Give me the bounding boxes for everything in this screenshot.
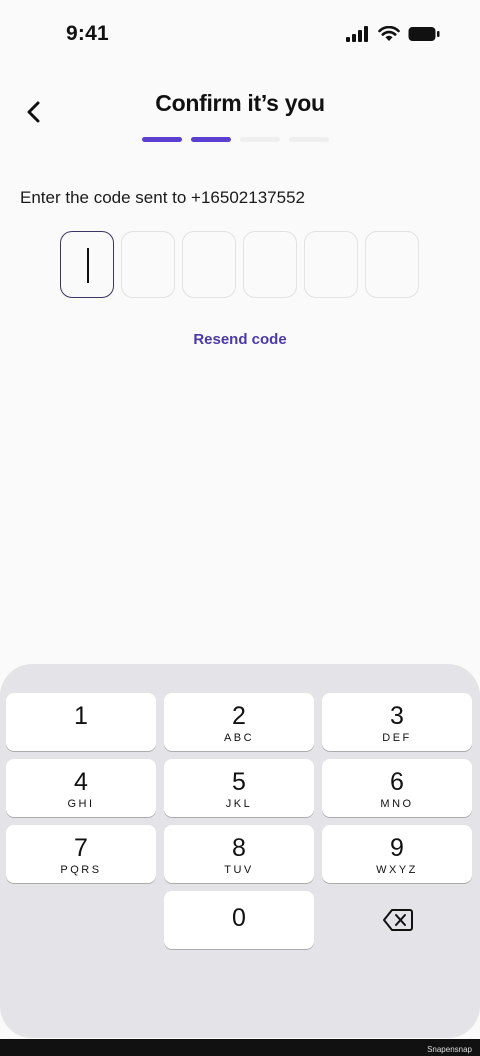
- key-1[interactable]: 1: [6, 693, 156, 751]
- key-9[interactable]: 9 WXYZ: [322, 825, 472, 883]
- key-3[interactable]: 3 DEF: [322, 693, 472, 751]
- progress-step-1: [142, 137, 182, 142]
- watermark: Snapensnap: [427, 1045, 472, 1054]
- cellular-signal-icon: [346, 26, 368, 42]
- key-letters: GHI: [67, 798, 95, 810]
- progress-step-2: [191, 137, 231, 142]
- wifi-icon: [378, 26, 400, 41]
- key-0[interactable]: 0: [164, 891, 314, 949]
- key-digit: 8: [232, 834, 246, 862]
- key-digit: 3: [390, 702, 404, 730]
- key-letters: TUV: [224, 864, 254, 876]
- page-title: Confirm it’s you: [155, 90, 325, 116]
- code-digit-input[interactable]: [365, 231, 419, 298]
- key-letters: PQRS: [60, 864, 102, 876]
- progress-step-3: [240, 137, 280, 142]
- code-digit-input[interactable]: [121, 231, 175, 298]
- key-letters: MNO: [380, 798, 414, 810]
- progress-step-4: [289, 137, 329, 142]
- key-digit: 6: [390, 768, 404, 796]
- key-6[interactable]: 6 MNO: [322, 759, 472, 817]
- key-7[interactable]: 7 PQRS: [6, 825, 156, 883]
- status-bar: 9:41: [0, 0, 480, 72]
- bottom-bar: [0, 1039, 480, 1056]
- key-digit: 9: [390, 834, 404, 862]
- key-letters: JKL: [225, 798, 253, 810]
- status-icons: [346, 26, 440, 42]
- key-digit: 2: [232, 702, 246, 730]
- progress-indicator: [0, 137, 480, 143]
- code-digit-input[interactable]: [182, 231, 236, 298]
- text-caret: [87, 248, 89, 283]
- key-5[interactable]: 5 JKL: [164, 759, 314, 817]
- key-letters: DEF: [382, 732, 412, 744]
- key-2[interactable]: 2 ABC: [164, 693, 314, 751]
- key-digit: 1: [74, 702, 88, 730]
- backspace-icon: [383, 909, 413, 931]
- resend-code-link[interactable]: Resend code: [0, 331, 480, 348]
- key-8[interactable]: 8 TUV: [164, 825, 314, 883]
- key-digit: 7: [74, 834, 88, 862]
- code-digit-input[interactable]: [304, 231, 358, 298]
- status-time: 9:41: [66, 22, 109, 45]
- key-digit: 4: [74, 768, 88, 796]
- key-letters: ABC: [223, 732, 255, 744]
- key-4[interactable]: 4 GHI: [6, 759, 156, 817]
- key-digit: 5: [232, 768, 246, 796]
- key-digit: 0: [232, 904, 246, 932]
- backspace-button[interactable]: [380, 906, 416, 934]
- battery-icon: [408, 27, 440, 41]
- code-digit-input[interactable]: [243, 231, 297, 298]
- code-digit-input[interactable]: [60, 231, 114, 298]
- key-letters: WXYZ: [376, 864, 418, 876]
- code-instruction: Enter the code sent to +16502137552: [20, 188, 305, 207]
- code-input-group: [60, 231, 419, 298]
